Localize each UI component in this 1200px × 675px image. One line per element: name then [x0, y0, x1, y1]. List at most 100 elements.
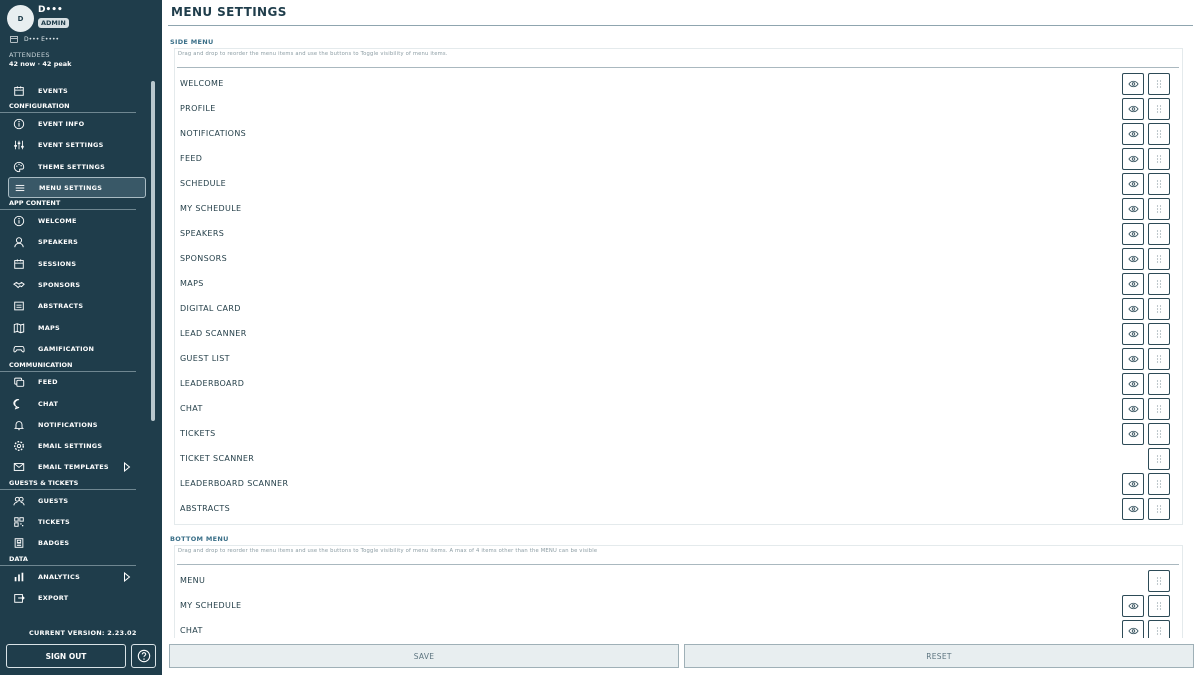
- drag-handle-button[interactable]: [1148, 398, 1170, 420]
- toggle-visibility-button[interactable]: [1122, 595, 1144, 617]
- menu-item-row[interactable]: MY SCHEDULE: [175, 197, 1184, 222]
- toggle-visibility-button[interactable]: [1122, 223, 1144, 245]
- help-button[interactable]: [131, 644, 156, 668]
- toggle-visibility-button[interactable]: [1122, 323, 1144, 345]
- toggle-visibility-button[interactable]: [1122, 473, 1144, 495]
- bottom-menu-divider: [177, 564, 1179, 565]
- sidebar-item-maps[interactable]: MAPS: [0, 317, 136, 338]
- menu-item-row[interactable]: CHAT: [175, 619, 1184, 638]
- sidebar-item-abstracts[interactable]: ABSTRACTS: [0, 296, 136, 317]
- sidebar-item-chat[interactable]: CHAT: [0, 393, 136, 414]
- menu-item-row[interactable]: SCHEDULE: [175, 172, 1184, 197]
- toggle-visibility-button[interactable]: [1122, 298, 1144, 320]
- menu-item-row[interactable]: FEED: [175, 147, 1184, 172]
- menu-item-row[interactable]: ABSTRACTS: [175, 497, 1184, 522]
- drag-handle-button[interactable]: [1148, 273, 1170, 295]
- menu-item-row[interactable]: LEAD SCANNER: [175, 322, 1184, 347]
- menu-item-row[interactable]: LEADERBOARD: [175, 372, 1184, 397]
- toggle-visibility-button[interactable]: [1122, 98, 1144, 120]
- menu-item-label: MAPS: [180, 279, 204, 288]
- sidebar-item-badges[interactable]: BADGES: [0, 533, 136, 554]
- sign-out-button[interactable]: SIGN OUT: [6, 644, 126, 668]
- drag-handle-button[interactable]: [1148, 373, 1170, 395]
- toggle-visibility-button[interactable]: [1122, 620, 1144, 638]
- drag-handle-button[interactable]: [1148, 123, 1170, 145]
- menu-item-row[interactable]: SPEAKERS: [175, 222, 1184, 247]
- toggle-visibility-button[interactable]: [1122, 248, 1144, 270]
- menu-item-row[interactable]: GUEST LIST: [175, 347, 1184, 372]
- drag-handle-button[interactable]: [1148, 223, 1170, 245]
- drag-handle-button[interactable]: [1148, 620, 1170, 638]
- toggle-visibility-button[interactable]: [1122, 373, 1144, 395]
- menu-item-row[interactable]: MAPS: [175, 272, 1184, 297]
- settings-scroll-area[interactable]: SIDE MENU Drag and drop to reorder the m…: [168, 26, 1193, 638]
- menu-item-row[interactable]: WELCOME: [175, 72, 1184, 97]
- drag-handle-button[interactable]: [1148, 198, 1170, 220]
- drag-handle-button[interactable]: [1148, 473, 1170, 495]
- drag-handle-button[interactable]: [1148, 570, 1170, 592]
- toggle-visibility-button[interactable]: [1122, 198, 1144, 220]
- save-button[interactable]: SAVE: [169, 644, 679, 668]
- drag-handle-button[interactable]: [1148, 348, 1170, 370]
- sidebar-item-tickets[interactable]: TICKETS: [0, 511, 136, 532]
- toggle-visibility-button[interactable]: [1122, 348, 1144, 370]
- menu-item-row[interactable]: SPONSORS: [175, 247, 1184, 272]
- reset-button[interactable]: RESET: [684, 644, 1194, 668]
- sidebar-item-guests[interactable]: GUESTS: [0, 490, 136, 511]
- side-menu-heading: SIDE MENU: [170, 38, 214, 46]
- toggle-visibility-button[interactable]: [1122, 498, 1144, 520]
- sidebar-item-sponsors[interactable]: SPONSORS: [0, 274, 136, 295]
- drag-handle-button[interactable]: [1148, 595, 1170, 617]
- menu-item-row[interactable]: MENU: [175, 569, 1184, 594]
- qr-icon: [14, 517, 24, 527]
- menu-item-row[interactable]: LEADERBOARD SCANNER: [175, 472, 1184, 497]
- eye-icon: [1127, 505, 1139, 513]
- drag-handle-button[interactable]: [1148, 298, 1170, 320]
- menu-item-row[interactable]: CHAT: [175, 397, 1184, 422]
- drag-handle-button[interactable]: [1148, 498, 1170, 520]
- sidebar-nav[interactable]: EVENTS CONFIGURATION EVENT INFO EVENT SETTI…: [0, 80, 158, 621]
- menu-item-row[interactable]: TICKET SCANNER: [175, 447, 1184, 472]
- drag-handle-button[interactable]: [1148, 98, 1170, 120]
- sidebar-item-event-info[interactable]: EVENT INFO: [0, 113, 136, 134]
- drag-handle-button[interactable]: [1148, 248, 1170, 270]
- drag-handle-button[interactable]: [1148, 448, 1170, 470]
- sidebar-item-label: SESSIONS: [38, 259, 77, 268]
- sidebar-item-email-templates[interactable]: EMAIL TEMPLATES: [0, 457, 136, 478]
- sidebar-item-theme-settings[interactable]: THEME SETTINGS: [0, 156, 136, 177]
- menu-item-row[interactable]: NOTIFICATIONS: [175, 122, 1184, 147]
- toggle-visibility-button[interactable]: [1122, 273, 1144, 295]
- menu-item-row[interactable]: TICKETS: [175, 422, 1184, 447]
- sidebar-item-welcome[interactable]: WELCOME: [0, 210, 136, 231]
- menu-item-row[interactable]: MY SCHEDULE: [175, 594, 1184, 619]
- drag-handle-button[interactable]: [1148, 148, 1170, 170]
- sidebar-item-export[interactable]: EXPORT: [0, 587, 136, 608]
- sidebar-scrollbar[interactable]: [151, 81, 155, 421]
- sidebar-item-events[interactable]: EVENTS: [0, 80, 136, 101]
- toggle-visibility-button[interactable]: [1122, 173, 1144, 195]
- toggle-visibility-button[interactable]: [1122, 73, 1144, 95]
- sidebar-item-menu-settings[interactable]: MENU SETTINGS: [8, 177, 146, 199]
- drag-handle-button[interactable]: [1148, 423, 1170, 445]
- sidebar-item-sessions[interactable]: SESSIONS: [0, 253, 136, 274]
- sidebar-item-gamification[interactable]: GAMIFICATION: [0, 338, 136, 359]
- menu-item-row[interactable]: DIGITAL CARD: [175, 297, 1184, 322]
- sidebar-item-notifications[interactable]: NOTIFICATIONS: [0, 414, 136, 435]
- sidebar-item-email-settings[interactable]: EMAIL SETTINGS: [0, 435, 136, 456]
- sidebar-item-analytics[interactable]: ANALYTICS: [0, 566, 136, 587]
- current-event[interactable]: D••• E••••: [10, 35, 59, 43]
- drag-handle-button[interactable]: [1148, 173, 1170, 195]
- toggle-visibility-button[interactable]: [1122, 423, 1144, 445]
- toggle-visibility-button[interactable]: [1122, 148, 1144, 170]
- drag-handle-button[interactable]: [1148, 323, 1170, 345]
- user-profile[interactable]: D D••• ADMIN: [7, 5, 157, 33]
- drag-handle-button[interactable]: [1148, 73, 1170, 95]
- users-icon: [13, 496, 25, 506]
- toggle-visibility-button[interactable]: [1122, 398, 1144, 420]
- sidebar-item-speakers[interactable]: SPEAKERS: [0, 232, 136, 253]
- sidebar-item-event-settings[interactable]: EVENT SETTINGS: [0, 135, 136, 156]
- sidebar-item-feed[interactable]: FEED: [0, 372, 136, 393]
- menu-item-row[interactable]: PROFILE: [175, 97, 1184, 122]
- nav-list: EVENTS CONFIGURATION EVENT INFO EVENT SETTI…: [0, 80, 158, 609]
- toggle-visibility-button[interactable]: [1122, 123, 1144, 145]
